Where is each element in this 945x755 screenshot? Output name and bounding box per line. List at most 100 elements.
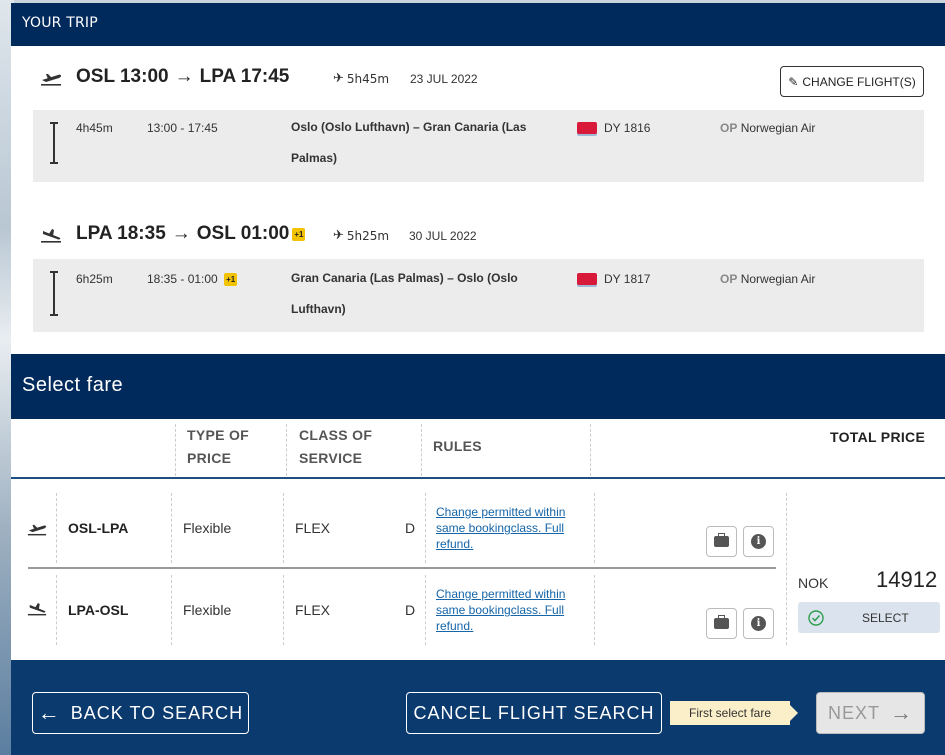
divider <box>283 493 284 563</box>
divider <box>425 493 426 563</box>
fare-table: TYPE OF PRICE CLASS OF SERVICE RULES TOT… <box>11 419 945 660</box>
segment-route-line2: Palmas) <box>291 151 338 165</box>
pencil-icon: ✎ <box>788 74 799 89</box>
col-class-of-service: CLASS OF SERVICE <box>299 424 372 470</box>
cancel-flight-search-button[interactable]: CANCEL FLIGHT SEARCH <box>406 692 662 734</box>
divider <box>171 575 172 645</box>
col-type-line2: PRICE <box>187 450 232 466</box>
takeoff-icon <box>41 74 61 86</box>
outbound-route-title: OSL 13:00 → LPA 17:45 <box>76 66 289 88</box>
col-type-of-price: TYPE OF PRICE <box>187 424 249 470</box>
fare-row: OSL-LPA Flexible FLEX D Change permitted… <box>11 493 791 563</box>
rules-line3: refund. <box>436 619 474 633</box>
next-day-badge: +1 <box>292 227 306 241</box>
booking-class: D <box>405 602 416 618</box>
next-button[interactable]: NEXT → <box>816 692 925 734</box>
rules-line2: same bookingclass. Full <box>436 521 565 535</box>
arrow-right-icon: → <box>174 66 194 87</box>
segment-times: 13:00 - 17:45 <box>147 121 218 135</box>
change-flights-label: CHANGE FLIGHT(S) <box>802 74 916 89</box>
divider <box>421 424 422 476</box>
segment-route: Gran Canaria (Las Palmas) – Oslo (Oslo L… <box>291 263 518 325</box>
segment-route: Oslo (Oslo Lufthavn) – Gran Canaria (Las… <box>291 112 526 174</box>
header-separator <box>11 477 945 479</box>
divider <box>171 493 172 563</box>
outbound-duration: ✈ 5h45m <box>333 71 389 86</box>
baggage-button[interactable] <box>706 526 737 557</box>
segment-bar <box>50 122 58 164</box>
divider <box>594 493 595 563</box>
back-to-search-label: BACK TO SEARCH <box>70 702 244 723</box>
fare-type: Flexible <box>183 602 232 618</box>
info-icon: i <box>751 534 766 549</box>
select-fare-header: Select fare <box>11 354 945 419</box>
baggage-button[interactable] <box>706 608 737 639</box>
segment-times: 18:35 - 01:00 +1 <box>147 272 238 287</box>
col-class-line1: CLASS OF <box>299 427 373 443</box>
segment-route-line2: Lufthavn) <box>291 302 346 316</box>
flight-number: DY 1816 <box>604 121 651 135</box>
segment-duration: 4h45m <box>76 121 113 135</box>
col-total-price: TOTAL PRICE <box>830 429 926 445</box>
select-fare-tooltip: First select fare <box>670 701 798 725</box>
fare-class: FLEX <box>295 602 331 618</box>
outbound-date: 23 JUL 2022 <box>410 72 478 86</box>
op-label: OP <box>720 121 738 135</box>
outbound-origin: OSL 13:00 <box>76 66 169 87</box>
inbound-origin: LPA 18:35 <box>76 223 166 244</box>
row-separator <box>28 567 776 569</box>
segment-bar <box>50 271 58 316</box>
fare-info-button[interactable]: i <box>743 526 774 557</box>
inbound-date: 30 JUL 2022 <box>409 229 477 243</box>
plane-icon: ✈ <box>333 228 344 243</box>
fare-class: FLEX <box>295 520 331 536</box>
rules-line2: same bookingclass. Full <box>436 603 565 617</box>
operator: OP Norwegian Air <box>720 272 815 286</box>
check-circle-icon <box>808 609 824 626</box>
op-label: OP <box>720 272 738 286</box>
fare-info-button[interactable]: i <box>743 608 774 639</box>
fare-route: LPA-OSL <box>68 602 129 618</box>
info-icon: i <box>751 616 766 631</box>
arrow-left-icon: ← <box>37 700 61 725</box>
fare-rules-link[interactable]: Change permitted within same bookingclas… <box>436 586 586 634</box>
inbound-summary: LPA 18:35 → OSL 01:00 +1 ✈ 5h25m 30 JUL … <box>11 220 945 250</box>
divider <box>56 493 57 563</box>
select-fare-button[interactable]: SELECT <box>798 602 940 633</box>
arrow-right-icon: → <box>171 223 191 244</box>
takeoff-icon <box>27 524 47 536</box>
inbound-duration: ✈ 5h25m <box>333 228 389 243</box>
fare-rules-link[interactable]: Change permitted within same bookingclas… <box>436 504 586 552</box>
back-to-search-button[interactable]: ← BACK TO SEARCH <box>32 692 249 734</box>
divider <box>286 424 287 476</box>
fare-row: LPA-OSL Flexible FLEX D Change permitted… <box>11 575 791 645</box>
inbound-segment: 6h25m 18:35 - 01:00 +1 Gran Canaria (Las… <box>33 259 924 332</box>
plane-icon: ✈ <box>333 71 344 86</box>
select-label: SELECT <box>862 610 909 625</box>
segment-route-line1: Oslo (Oslo Lufthavn) – Gran Canaria (Las <box>291 120 527 134</box>
select-fare-title: Select fare <box>22 374 124 396</box>
change-flights-button[interactable]: ✎ CHANGE FLIGHT(S) <box>780 66 924 97</box>
landing-icon <box>41 229 61 243</box>
tooltip-text: First select fare <box>688 706 772 720</box>
divider <box>56 575 57 645</box>
inbound-destination: OSL 01:00 <box>196 223 290 244</box>
fare-route: OSL-LPA <box>68 520 129 536</box>
landing-icon <box>27 603 47 616</box>
divider <box>594 575 595 645</box>
divider <box>786 493 787 645</box>
col-rules: RULES <box>433 438 482 454</box>
divider <box>283 575 284 645</box>
operator: OP Norwegian Air <box>720 121 815 135</box>
divider <box>590 424 591 476</box>
booking-class: D <box>405 520 416 536</box>
luggage-icon <box>714 615 729 629</box>
trip-header-label: YOUR TRIP <box>22 15 98 31</box>
inbound-duration-text: 5h25m <box>346 228 390 243</box>
segment-times-text: 18:35 - 01:00 <box>147 272 218 286</box>
total-price: 14912 <box>876 567 938 592</box>
operator-name: Norwegian Air <box>740 121 816 135</box>
outbound-destination: LPA 17:45 <box>199 66 290 87</box>
rules-line1: Change permitted within <box>436 505 566 519</box>
segment-route-line1: Gran Canaria (Las Palmas) – Oslo (Oslo <box>291 271 518 285</box>
